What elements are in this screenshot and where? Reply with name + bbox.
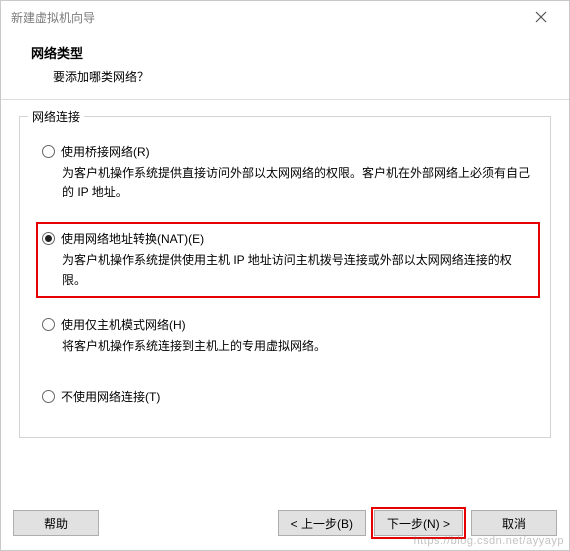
group-legend: 网络连接 — [28, 108, 84, 125]
page-subtitle: 要添加哪类网络？ — [53, 68, 569, 85]
titlebar: 新建虚拟机向导 — [1, 1, 569, 33]
radio-bridged[interactable] — [42, 145, 55, 158]
network-connection-group: 网络连接 使用桥接网络(R) 为客户机操作系统提供直接访问外部以太网网络的权限。… — [19, 116, 551, 438]
next-button[interactable]: 下一步(N) > — [374, 510, 463, 536]
wizard-window: 新建虚拟机向导 网络类型 要添加哪类网络？ 网络连接 使用桥接网络(R) 为客户… — [0, 0, 570, 551]
content-area: 网络连接 使用桥接网络(R) 为客户机操作系统提供直接访问外部以太网网络的权限。… — [1, 100, 569, 500]
radio-none-label: 不使用网络连接(T) — [61, 388, 160, 405]
cancel-button[interactable]: 取消 — [471, 510, 557, 536]
option-bridged-desc: 为客户机操作系统提供直接访问外部以太网网络的权限。客户机在外部网络上必须有自己的… — [62, 164, 534, 202]
option-hostonly[interactable]: 使用仅主机模式网络(H) 将客户机操作系统连接到主机上的专用虚拟网络。 — [38, 314, 538, 360]
option-hostonly-desc: 将客户机操作系统连接到主机上的专用虚拟网络。 — [62, 337, 534, 356]
radio-nat[interactable] — [42, 232, 55, 245]
radio-hostonly-label: 使用仅主机模式网络(H) — [61, 316, 186, 333]
radio-nat-label: 使用网络地址转换(NAT)(E) — [61, 230, 204, 247]
radio-hostonly[interactable] — [42, 318, 55, 331]
radio-none[interactable] — [42, 390, 55, 403]
option-bridged[interactable]: 使用桥接网络(R) 为客户机操作系统提供直接访问外部以太网网络的权限。客户机在外… — [38, 141, 538, 206]
option-none[interactable]: 不使用网络连接(T) — [38, 386, 538, 409]
close-icon[interactable] — [521, 3, 561, 31]
option-nat[interactable]: 使用网络地址转换(NAT)(E) 为客户机操作系统提供使用主机 IP 地址访问主… — [38, 224, 538, 295]
back-button[interactable]: < 上一步(B) — [278, 510, 366, 536]
page-title: 网络类型 — [31, 43, 569, 62]
wizard-header: 网络类型 要添加哪类网络？ — [1, 33, 569, 100]
window-title: 新建虚拟机向导 — [11, 9, 95, 26]
option-nat-desc: 为客户机操作系统提供使用主机 IP 地址访问主机拨号连接或外部以太网网络连接的权… — [62, 251, 534, 289]
radio-bridged-label: 使用桥接网络(R) — [61, 143, 150, 160]
help-button[interactable]: 帮助 — [13, 510, 99, 536]
button-row: 帮助 < 上一步(B) 下一步(N) > 取消 — [1, 500, 569, 550]
